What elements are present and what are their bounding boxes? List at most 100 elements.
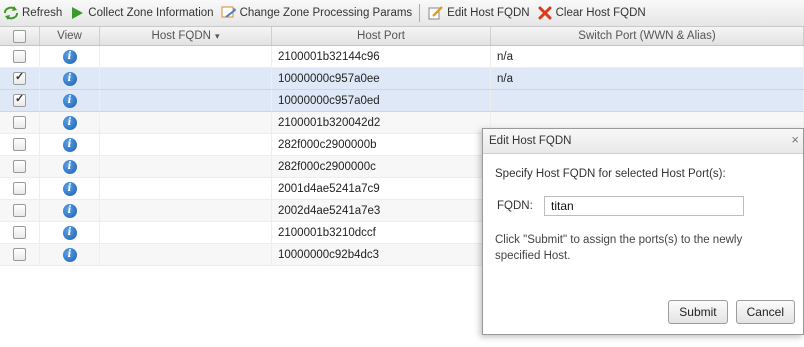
row-select-cell[interactable] <box>0 200 40 221</box>
row-checkbox[interactable] <box>13 70 26 85</box>
info-icon[interactable]: i <box>62 49 77 64</box>
edit-host-fqdn-button[interactable]: Edit Host FQDN <box>425 2 533 24</box>
info-icon[interactable]: i <box>62 203 77 218</box>
info-icon[interactable]: i <box>62 225 77 240</box>
clear-x-icon <box>537 5 553 21</box>
row-checkbox[interactable] <box>13 50 26 63</box>
table-row[interactable]: i 10000000c957a0ed <box>0 90 804 112</box>
row-view-cell[interactable]: i <box>40 134 100 155</box>
toolbar-separator <box>419 4 421 22</box>
row-host-port: 10000000c957a0ed <box>272 90 491 111</box>
select-all-cell[interactable] <box>0 27 40 45</box>
row-host-port: 10000000c92b4dc3 <box>272 244 491 265</box>
col-header-host-fqdn-label: Host FQDN <box>151 30 211 42</box>
row-checkbox[interactable] <box>13 116 26 129</box>
fqdn-label: FQDN: <box>497 200 533 212</box>
row-view-cell[interactable]: i <box>40 244 100 265</box>
row-host-port: 2002d4ae5241a7e3 <box>272 200 491 221</box>
row-host-fqdn <box>100 222 272 243</box>
row-view-cell[interactable]: i <box>40 68 100 89</box>
info-icon[interactable]: i <box>62 181 77 196</box>
row-host-fqdn <box>100 200 272 221</box>
select-all-checkbox[interactable] <box>13 29 26 43</box>
row-select-cell[interactable] <box>0 178 40 199</box>
clear-host-fqdn-button[interactable]: Clear Host FQDN <box>534 2 650 24</box>
info-icon[interactable]: i <box>62 71 77 86</box>
toolbar: Refresh Collect Zone Information Change … <box>0 0 804 27</box>
row-view-cell[interactable]: i <box>40 222 100 243</box>
refresh-icon <box>3 5 19 21</box>
row-checkbox[interactable] <box>13 92 26 107</box>
cancel-button[interactable]: Cancel <box>735 300 795 324</box>
info-icon[interactable]: i <box>62 159 77 174</box>
grid-header: View Host FQDN ▾ Host Port Switch Port (… <box>0 27 804 46</box>
change-params-icon <box>221 5 237 21</box>
dialog-title-bar[interactable]: Edit Host FQDN × <box>483 129 803 154</box>
info-icon[interactable]: i <box>62 93 77 108</box>
row-select-cell[interactable] <box>0 90 40 111</box>
row-host-port: 2100001b320042d2 <box>272 112 491 133</box>
row-host-fqdn <box>100 178 272 199</box>
row-switch-port: n/a <box>491 68 804 89</box>
row-checkbox[interactable] <box>13 204 26 217</box>
col-header-host-fqdn[interactable]: Host FQDN ▾ <box>100 27 272 45</box>
row-view-cell[interactable]: i <box>40 112 100 133</box>
row-select-cell[interactable] <box>0 46 40 67</box>
row-select-cell[interactable] <box>0 112 40 133</box>
row-host-port: 282f000c2900000c <box>272 156 491 177</box>
row-host-port: 2001d4ae5241a7c9 <box>272 178 491 199</box>
dialog-buttons: Submit Cancel <box>668 300 795 324</box>
row-view-cell[interactable]: i <box>40 200 100 221</box>
collect-zone-info-label: Collect Zone Information <box>88 7 214 19</box>
row-checkbox[interactable] <box>13 248 26 261</box>
row-host-fqdn <box>100 156 272 177</box>
change-zone-params-label: Change Zone Processing Params <box>239 7 413 19</box>
close-icon[interactable]: × <box>791 132 799 147</box>
clear-host-fqdn-label: Clear Host FQDN <box>555 7 646 19</box>
row-select-cell[interactable] <box>0 134 40 155</box>
dialog-note: Click "Submit" to assign the ports(s) to… <box>495 234 743 262</box>
row-select-cell[interactable] <box>0 244 40 265</box>
info-icon[interactable]: i <box>62 247 77 262</box>
col-header-view[interactable]: View <box>40 27 100 45</box>
row-host-fqdn <box>100 112 272 133</box>
dialog-body: Specify Host FQDN for selected Host Port… <box>483 154 803 274</box>
change-zone-params-button[interactable]: Change Zone Processing Params <box>218 2 417 24</box>
row-switch-port <box>491 90 804 111</box>
info-icon[interactable]: i <box>62 137 77 152</box>
dialog-instruction: Specify Host FQDN for selected Host Port… <box>495 168 726 180</box>
edit-host-fqdn-dialog: Edit Host FQDN × Specify Host FQDN for s… <box>482 128 804 335</box>
row-view-cell[interactable]: i <box>40 178 100 199</box>
col-header-switch-port[interactable]: Switch Port (WWN & Alias) <box>491 27 804 45</box>
row-host-port: 2100001b32144c96 <box>272 46 491 67</box>
row-host-fqdn <box>100 244 272 265</box>
row-checkbox[interactable] <box>13 182 26 195</box>
row-view-cell[interactable]: i <box>40 90 100 111</box>
row-view-cell[interactable]: i <box>40 46 100 67</box>
row-switch-port: n/a <box>491 46 804 67</box>
row-host-fqdn <box>100 134 272 155</box>
collect-zone-info-button[interactable]: Collect Zone Information <box>66 2 217 24</box>
play-icon <box>69 5 85 21</box>
row-select-cell[interactable] <box>0 222 40 243</box>
row-select-cell[interactable] <box>0 68 40 89</box>
fqdn-input[interactable] <box>544 196 744 216</box>
table-row[interactable]: i 10000000c957a0een/a <box>0 68 804 90</box>
edit-host-fqdn-label: Edit Host FQDN <box>447 7 530 19</box>
info-icon[interactable]: i <box>62 115 77 130</box>
dialog-title: Edit Host FQDN <box>489 135 572 147</box>
row-host-port: 10000000c957a0ee <box>272 68 491 89</box>
col-header-host-port[interactable]: Host Port <box>272 27 491 45</box>
table-row[interactable]: i 2100001b32144c96 n/a <box>0 46 804 68</box>
row-host-port: 2100001b3210dccf <box>272 222 491 243</box>
row-checkbox[interactable] <box>13 226 26 239</box>
submit-button[interactable]: Submit <box>668 300 728 324</box>
row-checkbox[interactable] <box>13 138 26 151</box>
fqdn-field-row: FQDN: <box>495 196 791 216</box>
refresh-button[interactable]: Refresh <box>0 2 66 24</box>
row-host-port: 282f000c2900000b <box>272 134 491 155</box>
row-checkbox[interactable] <box>13 160 26 173</box>
row-view-cell[interactable]: i <box>40 156 100 177</box>
edit-icon <box>428 5 444 21</box>
row-select-cell[interactable] <box>0 156 40 177</box>
